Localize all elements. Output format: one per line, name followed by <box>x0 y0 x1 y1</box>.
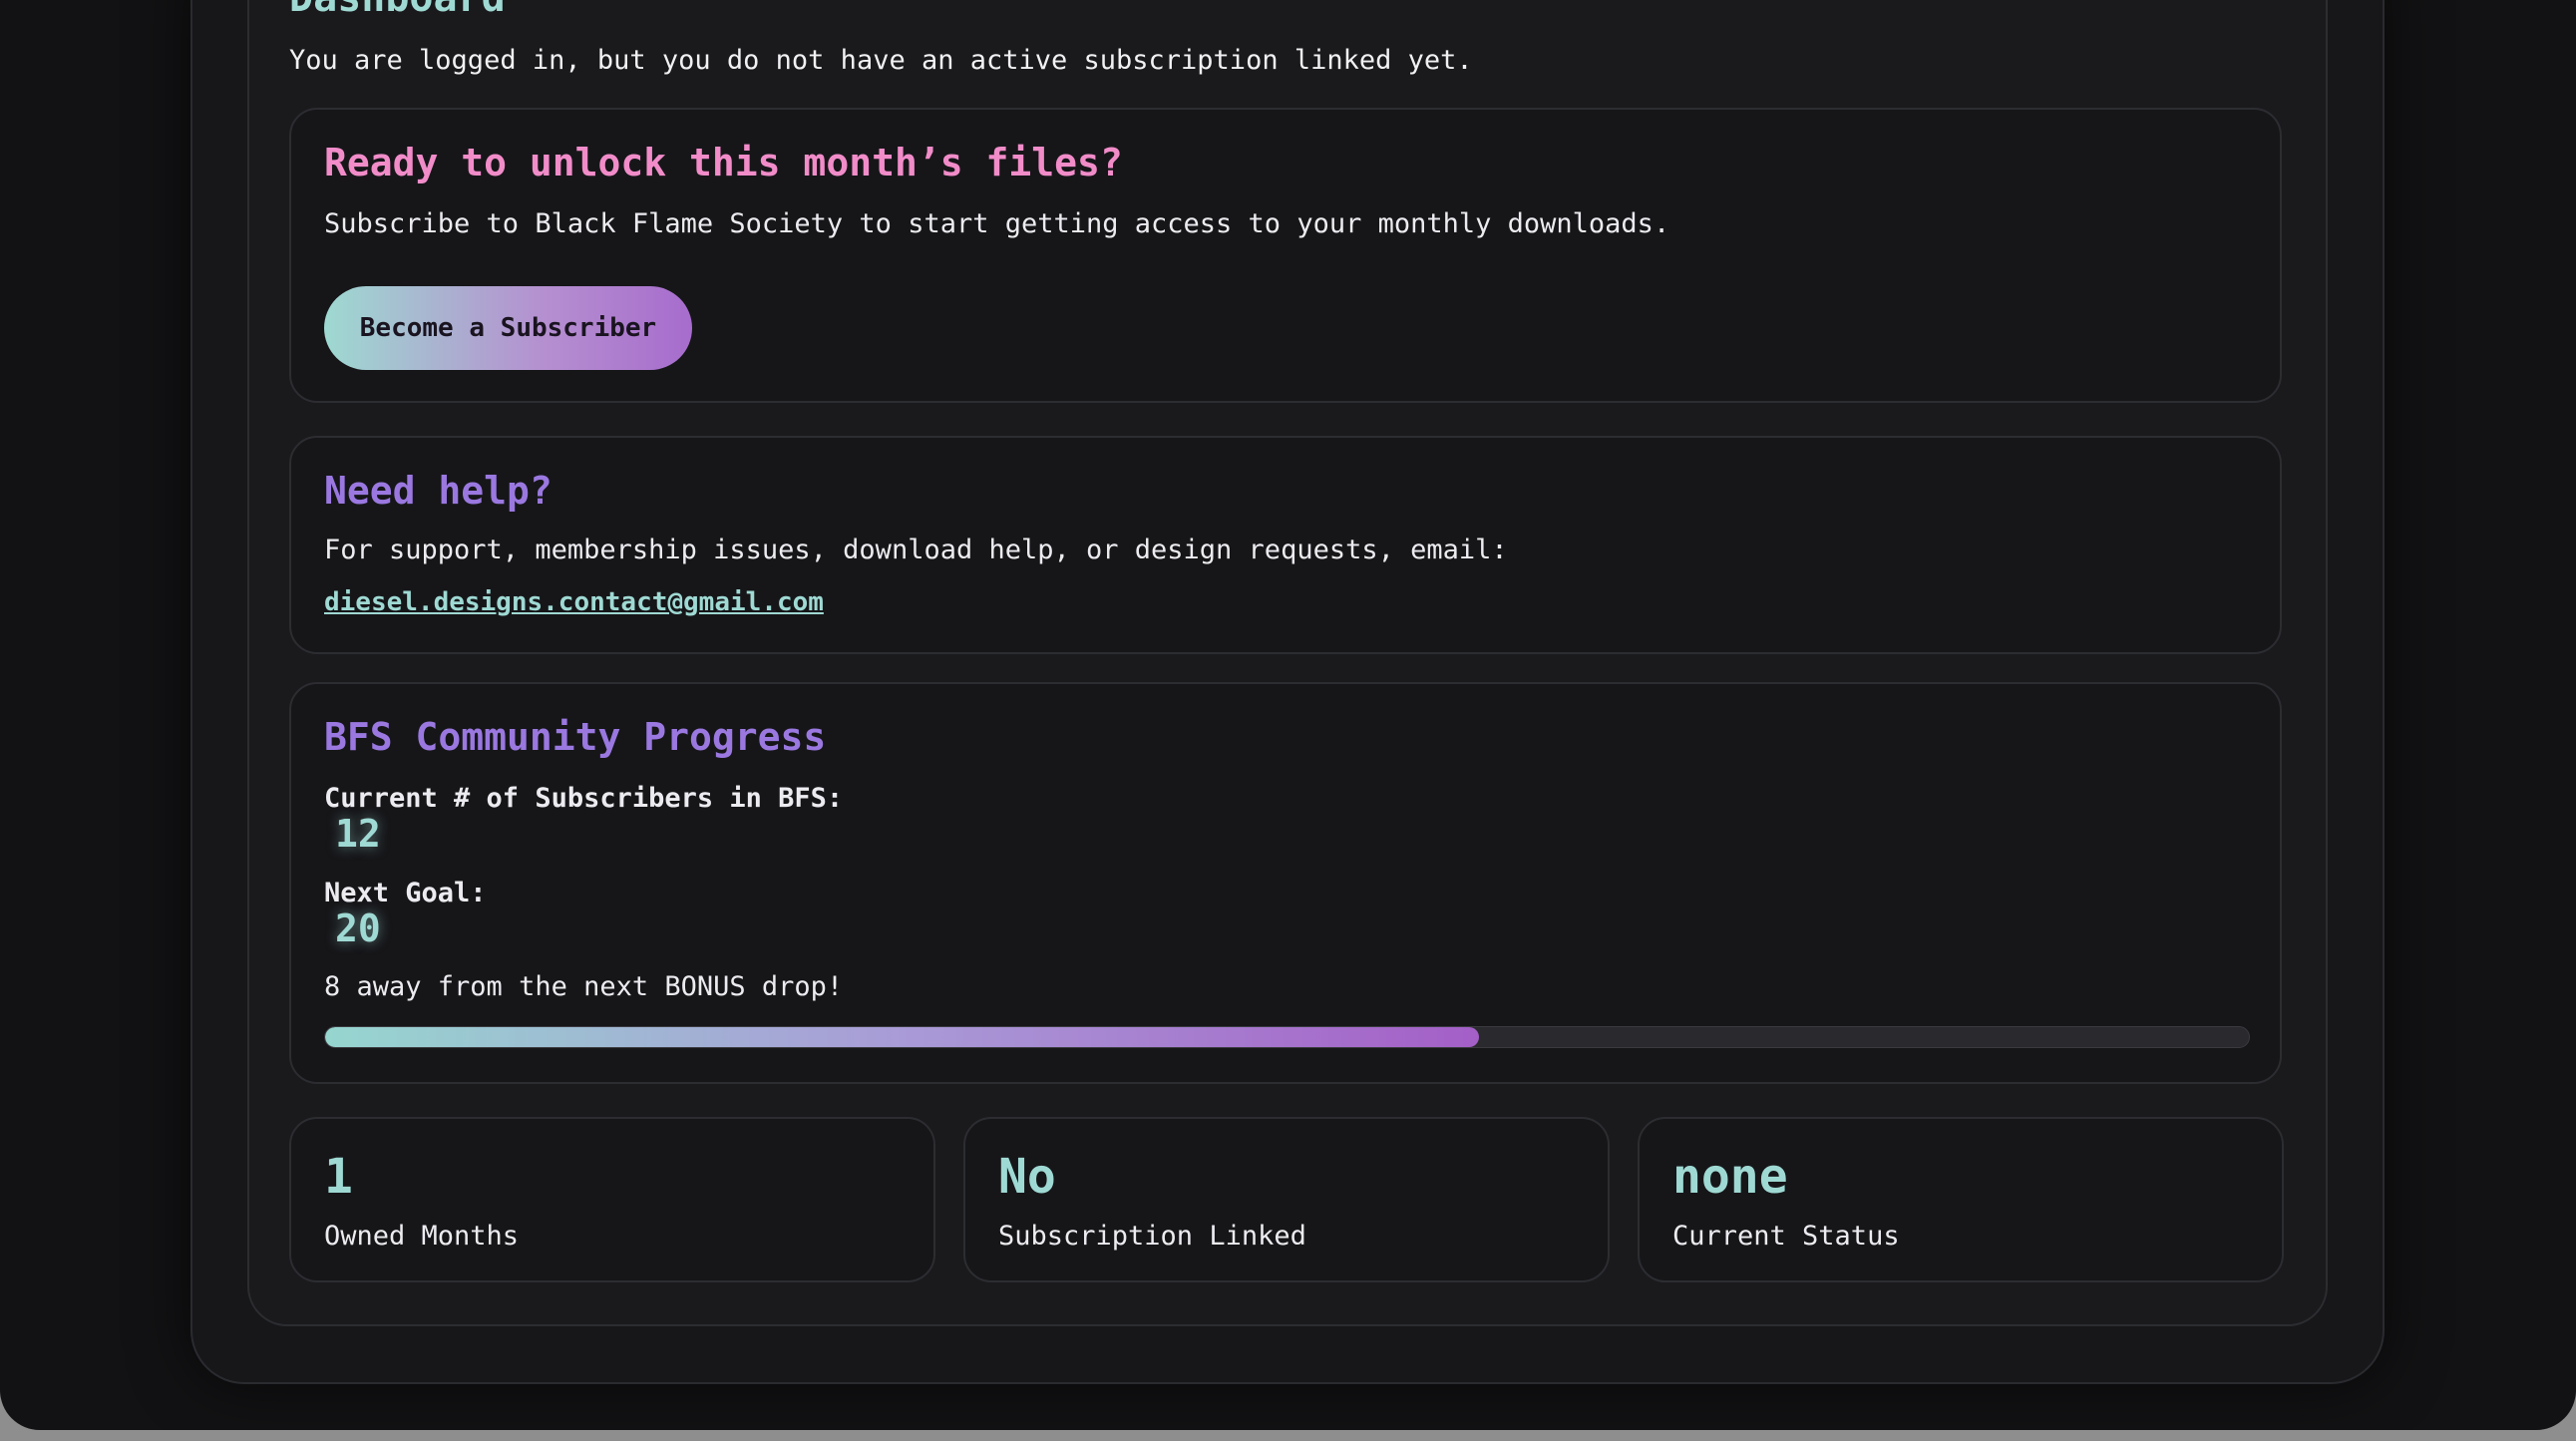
support-email-link[interactable]: diesel.designs.contact@gmail.com <box>324 587 824 617</box>
stat-label: Owned Months <box>324 1221 520 1252</box>
subscribers-count: 12 <box>335 812 381 856</box>
intro-text: You are logged in, but you do not have a… <box>289 45 1473 76</box>
stat-value: No <box>998 1149 1056 1205</box>
help-card: Need help? For support, membership issue… <box>289 436 2282 654</box>
subscribe-text: Subscribe to Black Flame Society to star… <box>324 208 1670 239</box>
goal-count: 20 <box>335 906 381 950</box>
app-window: Dashboard You are logged in, but you do … <box>0 0 2576 1430</box>
progress-bar-fill <box>325 1027 1480 1047</box>
subscribe-heading: Ready to unlock this month’s files? <box>324 141 1123 184</box>
stat-label: Subscription Linked <box>998 1221 1306 1252</box>
stat-value: none <box>1672 1149 1788 1205</box>
stat-current-status: none Current Status <box>1638 1117 2284 1282</box>
stat-owned-months: 1 Owned Months <box>289 1117 935 1282</box>
subscribe-card: Ready to unlock this month’s files? Subs… <box>289 108 2282 403</box>
stat-value: 1 <box>324 1149 353 1205</box>
help-text: For support, membership issues, download… <box>324 535 1508 565</box>
stat-subscription-linked: No Subscription Linked <box>963 1117 1610 1282</box>
progress-bar <box>324 1026 2250 1048</box>
progress-heading: BFS Community Progress <box>324 715 827 759</box>
community-progress-card: BFS Community Progress Current # of Subs… <box>289 682 2282 1084</box>
subscribers-label: Current # of Subscribers in BFS: <box>324 783 844 814</box>
goal-label: Next Goal: <box>324 878 487 908</box>
stat-label: Current Status <box>1672 1221 1900 1252</box>
help-heading: Need help? <box>324 469 552 513</box>
page-title: Dashboard <box>289 0 506 18</box>
progress-message: 8 away from the next BONUS drop! <box>324 971 844 1002</box>
become-subscriber-button[interactable]: Become a Subscriber <box>324 286 692 370</box>
